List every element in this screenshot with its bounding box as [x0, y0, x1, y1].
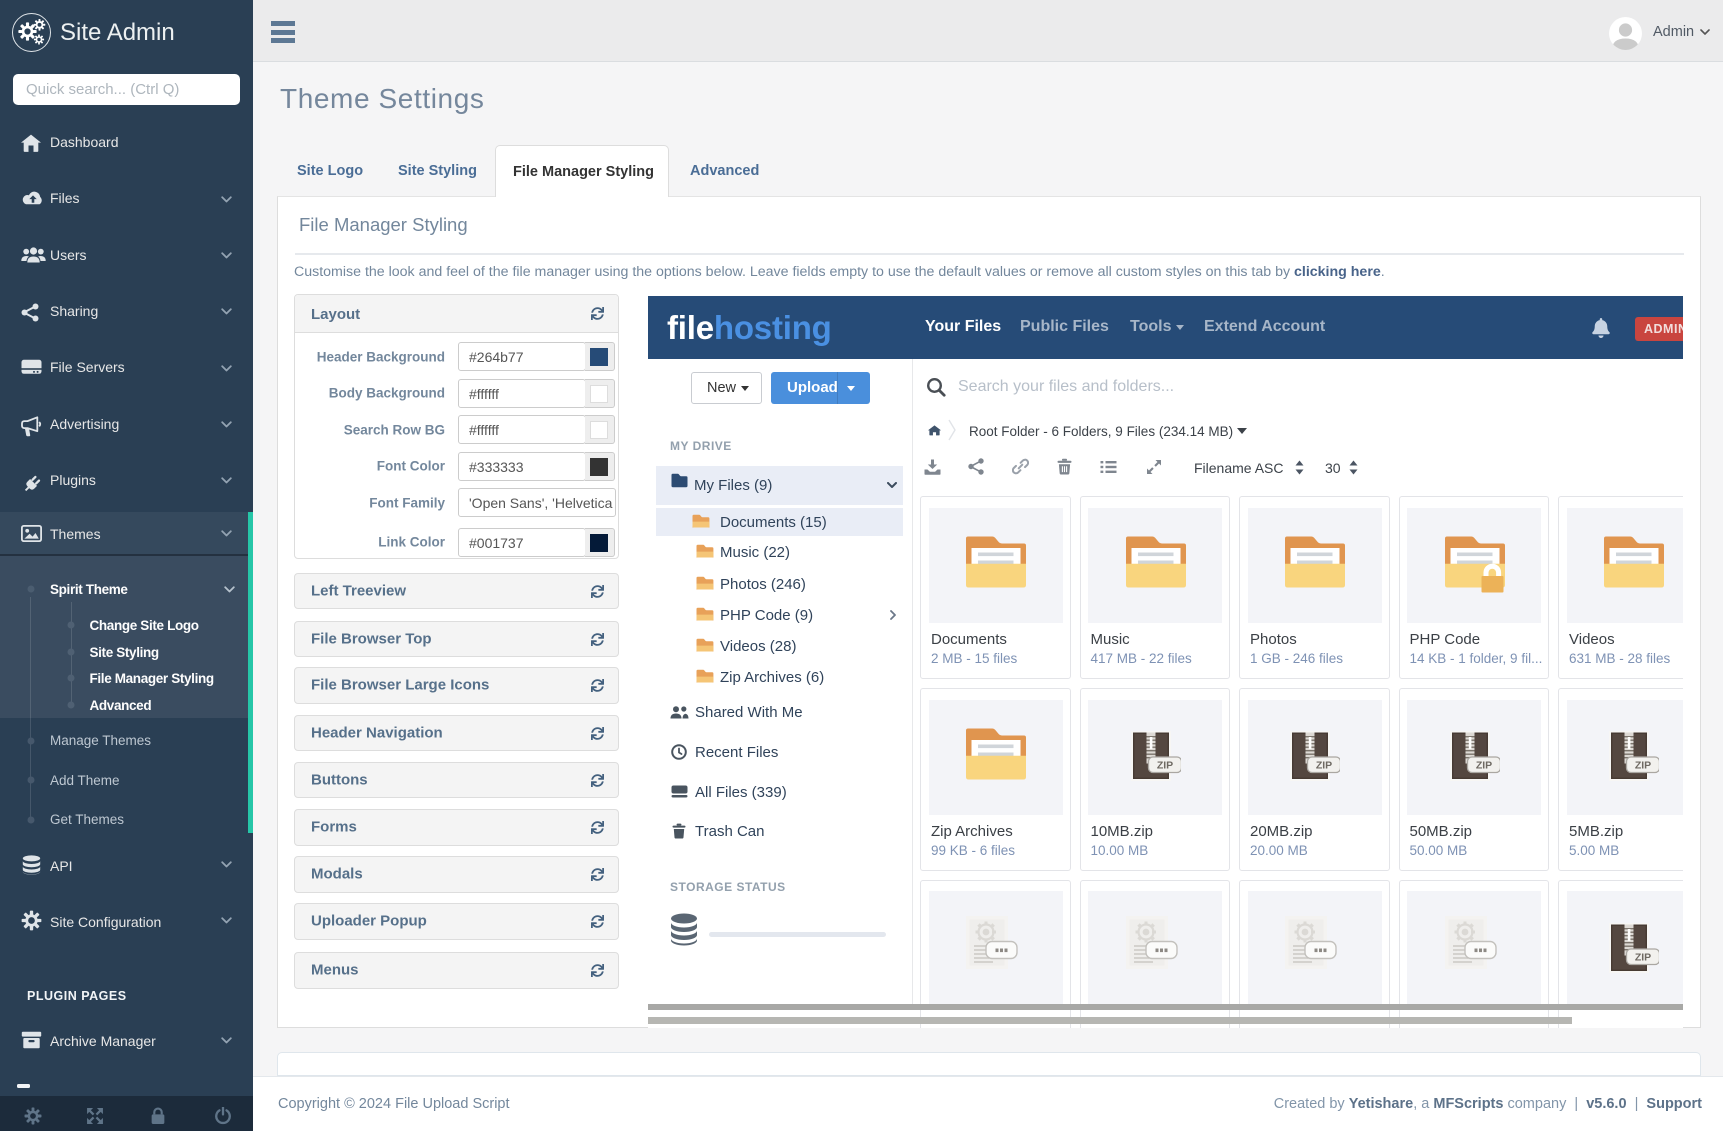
svg-text:ZIP: ZIP: [1635, 951, 1651, 963]
svg-text:ZIP: ZIP: [1156, 760, 1172, 772]
svg-text:ZIP: ZIP: [1475, 760, 1491, 772]
svg-text:ZIP: ZIP: [1316, 760, 1332, 772]
svg-text:ZIP: ZIP: [1635, 760, 1651, 772]
